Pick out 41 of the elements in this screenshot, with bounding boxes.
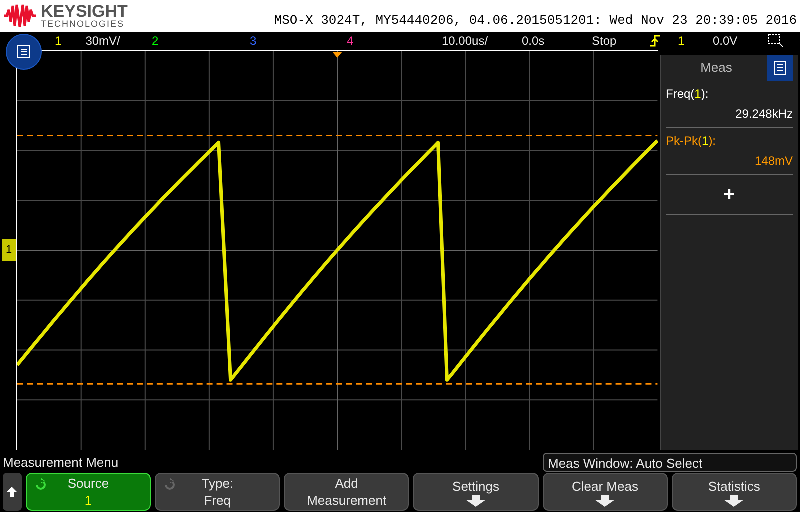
measurement-value: 29.248kHz <box>734 106 793 123</box>
channel-scale: 30mV/ <box>86 33 120 50</box>
measurement-value: 148mV <box>754 153 793 170</box>
up-button[interactable] <box>3 473 22 511</box>
measurement-label: Pk-Pk(1): <box>666 133 718 150</box>
brand-name: KEYSIGHT <box>41 3 128 20</box>
measurement-label: Freq(1): <box>666 86 710 103</box>
down-arrow-icon <box>594 494 616 506</box>
panel-menu-button[interactable] <box>767 55 793 81</box>
channel-label[interactable]: 4 <box>347 32 354 50</box>
softkey-button[interactable]: Statistics <box>672 473 797 511</box>
softkey-button[interactable]: Source 1 <box>26 473 152 511</box>
softkey-button[interactable]: Type: Freq <box>155 473 280 511</box>
softkey-button[interactable]: Add Measurement <box>284 473 410 511</box>
channel-label[interactable]: 3 <box>250 32 257 50</box>
softkey-button[interactable]: Settings <box>413 473 539 511</box>
channel-label[interactable]: 1 <box>55 32 62 50</box>
menu-icon <box>774 61 786 75</box>
channel-label[interactable]: 2 <box>152 32 159 50</box>
down-arrow-icon <box>723 494 746 506</box>
channel-marker: 1 <box>2 239 16 261</box>
delay: 0.0s <box>522 33 546 50</box>
down-arrow-icon <box>465 494 488 506</box>
logo-wave-icon <box>3 4 37 28</box>
trigger-source: 1 <box>678 33 686 50</box>
run-state: Stop <box>592 33 618 50</box>
timebase: 10.00us/ <box>442 33 490 50</box>
brand-subtitle: TECHNOLOGIES <box>41 20 126 29</box>
trigger-edge-icon <box>650 35 660 47</box>
panel-title: Meas <box>700 59 734 78</box>
menu-icon <box>17 45 31 59</box>
zoom-box-icon <box>768 34 784 48</box>
menu-title: Measurement Menu <box>3 454 119 472</box>
add-measurement-button[interactable]: + <box>724 184 736 204</box>
instrument-title: MSO-X 3024T, MY54440206, 04.06.2015051201: Wed Nov 23 20:39:05 2016 <box>274 12 797 30</box>
menu-button[interactable] <box>6 34 42 70</box>
up-arrow-icon <box>7 487 18 497</box>
trigger-level: 0.0V <box>713 33 739 50</box>
meas-window-label: Meas Window: Auto Select <box>543 453 797 472</box>
softkey-button[interactable]: Clear Meas <box>542 473 668 511</box>
trigger-position-icon <box>332 52 342 58</box>
